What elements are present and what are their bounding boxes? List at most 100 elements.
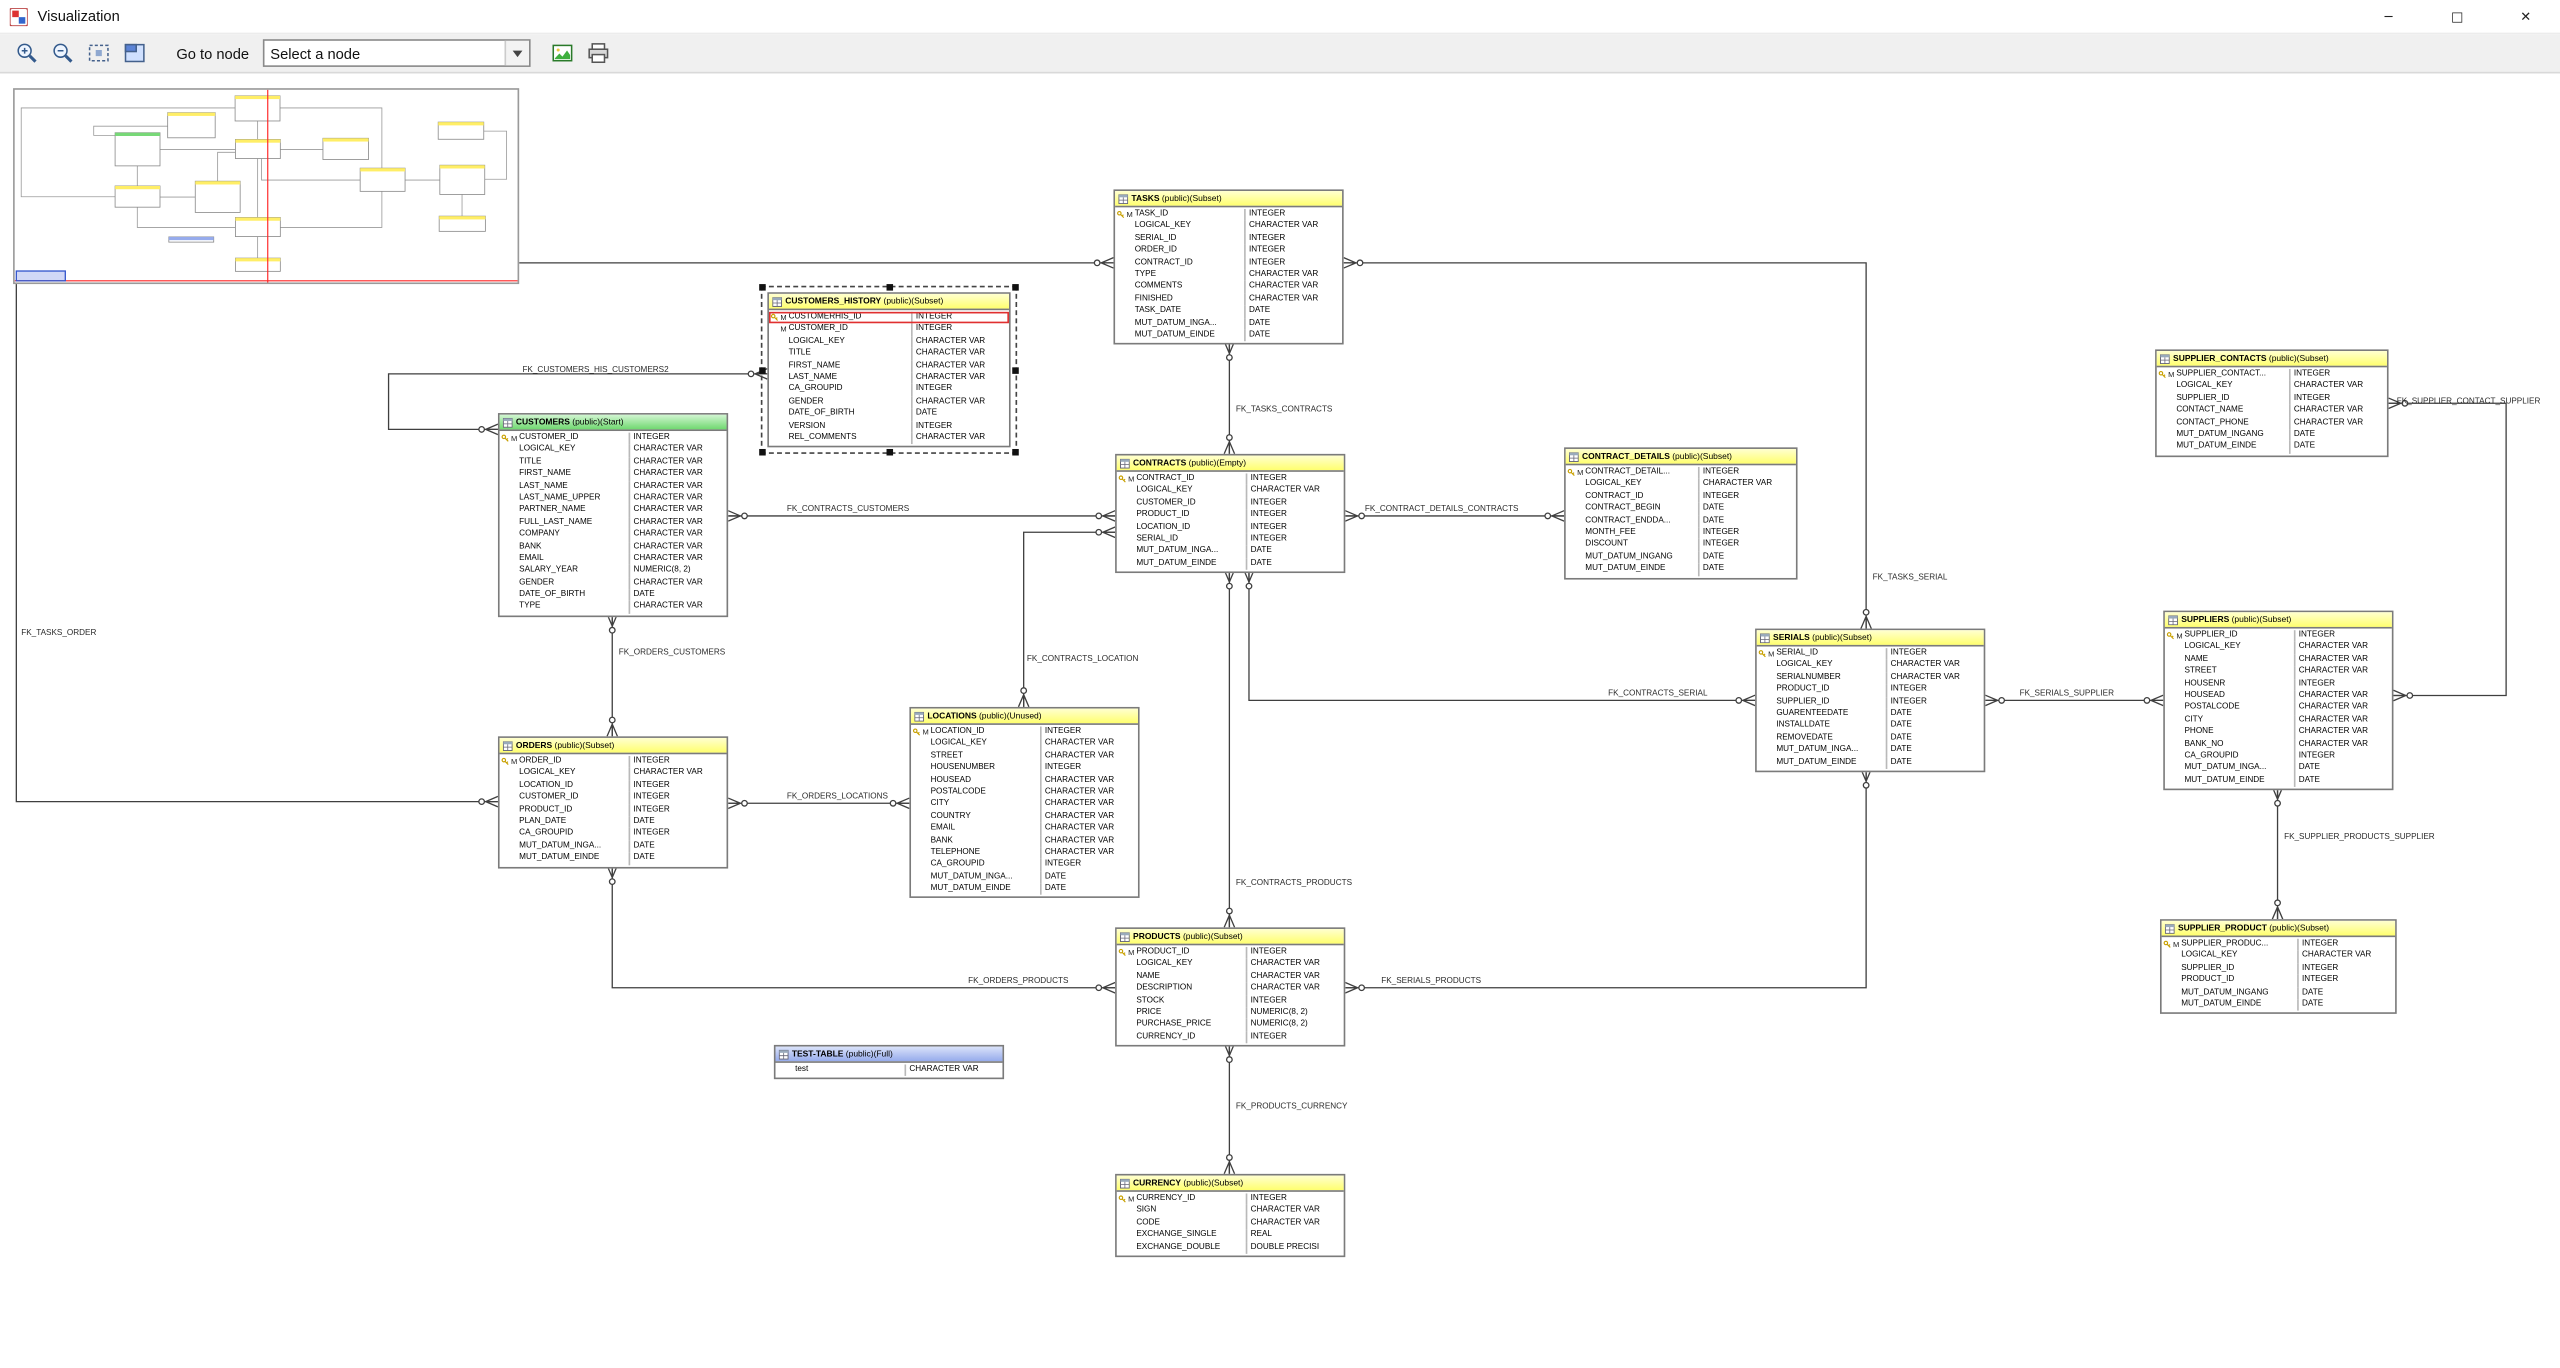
column-type[interactable]: TYPECHARACTER VAR: [1115, 269, 1342, 281]
relationship-fk_supplier_contact_supplier[interactable]: [2389, 403, 2507, 695]
diagram-canvas[interactable]: FK_TASKS_ORDERFK_TASKS_CONTRACTSFK_TASKS…: [0, 75, 2560, 1368]
entity-serials[interactable]: SERIALS (public)(Subset)MSERIAL_IDINTEGE…: [1755, 629, 1985, 773]
column-supplier_produc...[interactable]: MSUPPLIER_PRODUC...INTEGER: [2162, 939, 2395, 951]
column-sign[interactable]: SIGNCHARACTER VAR: [1117, 1206, 1344, 1218]
column-mut_datum_inga...[interactable]: MUT_DATUM_INGA...DATE: [500, 840, 727, 852]
column-logical_key[interactable]: LOGICAL_KEYCHARACTER VAR: [1566, 479, 1796, 491]
column-date_of_birth[interactable]: DATE_OF_BIRTHDATE: [769, 408, 1009, 420]
selection-handle-ne[interactable]: [1012, 284, 1019, 291]
column-customer_id[interactable]: MCUSTOMER_IDINTEGER: [500, 433, 727, 445]
column-serial_id[interactable]: SERIAL_IDINTEGER: [1117, 534, 1344, 546]
column-purchase_price[interactable]: PURCHASE_PRICENUMERIC(8, 2): [1117, 1019, 1344, 1031]
column-stock[interactable]: STOCKINTEGER: [1117, 995, 1344, 1007]
column-city[interactable]: CITYCHARACTER VAR: [2165, 715, 2392, 727]
column-order_id[interactable]: ORDER_IDINTEGER: [1115, 245, 1342, 257]
column-last_name[interactable]: LAST_NAMECHARACTER VAR: [500, 481, 727, 493]
column-code[interactable]: CODECHARACTER VAR: [1117, 1218, 1344, 1230]
column-ca_groupid[interactable]: CA_GROUPIDINTEGER: [911, 859, 1138, 871]
column-description[interactable]: DESCRIPTIONCHARACTER VAR: [1117, 983, 1344, 995]
column-gender[interactable]: GENDERCHARACTER VAR: [769, 396, 1009, 408]
column-mut_datum_einde[interactable]: MUT_DATUM_EINDEDATE: [1566, 563, 1796, 575]
overview-toggle-button[interactable]: [118, 37, 151, 70]
column-currency_id[interactable]: CURRENCY_IDINTEGER: [1117, 1031, 1344, 1043]
column-street[interactable]: STREETCHARACTER VAR: [911, 751, 1138, 763]
column-telephone[interactable]: TELEPHONECHARACTER VAR: [911, 847, 1138, 859]
column-name[interactable]: NAMECHARACTER VAR: [1117, 971, 1344, 983]
column-mut_datum_ingang[interactable]: MUT_DATUM_INGANGDATE: [1566, 551, 1796, 563]
column-location_id[interactable]: LOCATION_IDINTEGER: [500, 780, 727, 792]
column-mut_datum_einde[interactable]: MUT_DATUM_EINDEDATE: [2162, 999, 2395, 1011]
column-street[interactable]: STREETCHARACTER VAR: [2165, 666, 2392, 678]
column-mut_datum_inga...[interactable]: MUT_DATUM_INGA...DATE: [911, 871, 1138, 883]
column-contact_phone[interactable]: CONTACT_PHONECHARACTER VAR: [2157, 417, 2387, 429]
column-mut_datum_einde[interactable]: MUT_DATUM_EINDEDATE: [911, 883, 1138, 895]
entity-products[interactable]: PRODUCTS (public)(Subset)MPRODUCT_IDINTE…: [1115, 927, 1345, 1046]
minimize-button[interactable]: ─: [2354, 0, 2423, 34]
column-contract_id[interactable]: CONTRACT_IDINTEGER: [1115, 257, 1342, 269]
column-logical_key[interactable]: LOGICAL_KEYCHARACTER VAR: [500, 445, 727, 457]
column-supplier_id[interactable]: MSUPPLIER_IDINTEGER: [2165, 630, 2392, 642]
column-logical_key[interactable]: LOGICAL_KEYCHARACTER VAR: [769, 336, 1009, 348]
column-title[interactable]: TITLECHARACTER VAR: [769, 348, 1009, 360]
column-product_id[interactable]: PRODUCT_IDINTEGER: [1117, 510, 1344, 522]
column-customerhis_id[interactable]: MCUSTOMERHIS_IDINTEGER: [769, 312, 1009, 324]
column-logical_key[interactable]: LOGICAL_KEYCHARACTER VAR: [1115, 221, 1342, 233]
column-serial_id[interactable]: MSERIAL_IDINTEGER: [1757, 648, 1984, 660]
column-month_fee[interactable]: MONTH_FEEINTEGER: [1566, 527, 1796, 539]
column-task_id[interactable]: MTASK_IDINTEGER: [1115, 209, 1342, 221]
column-logical_key[interactable]: LOGICAL_KEYCHARACTER VAR: [2165, 642, 2392, 654]
column-mut_datum_inga...[interactable]: MUT_DATUM_INGA...DATE: [1757, 745, 1984, 757]
entity-header[interactable]: SUPPLIER_PRODUCT (public)(Subset): [2162, 921, 2395, 937]
column-mut_datum_inga...[interactable]: MUT_DATUM_INGA...DATE: [1115, 318, 1342, 330]
column-bank[interactable]: BANKCHARACTER VAR: [911, 835, 1138, 847]
column-order_id[interactable]: MORDER_IDINTEGER: [500, 756, 727, 768]
column-version[interactable]: VERSIONINTEGER: [769, 420, 1009, 432]
column-customer_id[interactable]: CUSTOMER_IDINTEGER: [1117, 498, 1344, 510]
column-logical_key[interactable]: LOGICAL_KEYCHARACTER VAR: [1117, 486, 1344, 498]
entity-supplier_contacts[interactable]: SUPPLIER_CONTACTS (public)(Subset)MSUPPL…: [2155, 349, 2388, 456]
entity-orders[interactable]: ORDERS (public)(Subset)MORDER_IDINTEGERL…: [498, 736, 728, 867]
column-phone[interactable]: PHONECHARACTER VAR: [2165, 727, 2392, 739]
entity-contracts[interactable]: CONTRACTS (public)(Empty)MCONTRACT_IDINT…: [1115, 454, 1345, 573]
column-contract_begin[interactable]: CONTRACT_BEGINDATE: [1566, 503, 1796, 515]
column-contract_id[interactable]: CONTRACT_IDINTEGER: [1566, 491, 1796, 503]
column-logical_key[interactable]: LOGICAL_KEYCHARACTER VAR: [2157, 381, 2387, 393]
entity-header[interactable]: CURRENCY (public)(Subset): [1117, 1176, 1344, 1192]
column-product_id[interactable]: MPRODUCT_IDINTEGER: [1117, 947, 1344, 959]
column-city[interactable]: CITYCHARACTER VAR: [911, 799, 1138, 811]
column-supplier_id[interactable]: SUPPLIER_IDINTEGER: [2157, 393, 2387, 405]
column-contact_name[interactable]: CONTACT_NAMECHARACTER VAR: [2157, 405, 2387, 417]
column-email[interactable]: EMAILCHARACTER VAR: [500, 553, 727, 565]
close-button[interactable]: ✕: [2491, 0, 2560, 34]
column-mut_datum_einde[interactable]: MUT_DATUM_EINDEDATE: [500, 852, 727, 864]
column-salary_year[interactable]: SALARY_YEARNUMERIC(8, 2): [500, 565, 727, 577]
column-mut_datum_ingang[interactable]: MUT_DATUM_INGANGDATE: [2162, 987, 2395, 999]
zoom-out-button[interactable]: [46, 37, 79, 70]
selection-handle-e[interactable]: [1012, 367, 1019, 374]
column-mut_datum_ingang[interactable]: MUT_DATUM_INGANGDATE: [2157, 429, 2387, 441]
minimap-viewport-box[interactable]: [16, 271, 65, 281]
column-postalcode[interactable]: POSTALCODECHARACTER VAR: [911, 787, 1138, 799]
titlebar[interactable]: Visualization ─ □ ✕: [0, 0, 2560, 34]
column-bank_no[interactable]: BANK_NOCHARACTER VAR: [2165, 739, 2392, 751]
entity-header[interactable]: CUSTOMERS (public)(Start): [500, 415, 727, 431]
column-serialnumber[interactable]: SERIALNUMBERCHARACTER VAR: [1757, 672, 1984, 684]
column-mut_datum_einde[interactable]: MUT_DATUM_EINDEDATE: [2165, 775, 2392, 787]
column-logical_key[interactable]: LOGICAL_KEYCHARACTER VAR: [911, 739, 1138, 751]
column-mut_datum_einde[interactable]: MUT_DATUM_EINDEDATE: [1115, 330, 1342, 342]
column-ca_groupid[interactable]: CA_GROUPIDINTEGER: [769, 384, 1009, 396]
entity-customers_history[interactable]: CUSTOMERS_HISTORY (public)(Subset)MCUSTO…: [767, 292, 1010, 448]
column-mut_datum_inga...[interactable]: MUT_DATUM_INGA...DATE: [1117, 546, 1344, 558]
column-type[interactable]: TYPECHARACTER VAR: [500, 602, 727, 614]
column-first_name[interactable]: FIRST_NAMECHARACTER VAR: [500, 469, 727, 481]
column-task_date[interactable]: TASK_DATEDATE: [1115, 306, 1342, 318]
node-select-combobox[interactable]: Select a node: [262, 39, 530, 67]
column-installdate[interactable]: INSTALLDATEDATE: [1757, 721, 1984, 733]
column-title[interactable]: TITLECHARACTER VAR: [500, 457, 727, 469]
relationship-fk_contracts_location[interactable]: [1024, 532, 1115, 707]
dropdown-button[interactable]: [504, 41, 528, 65]
column-company[interactable]: COMPANYCHARACTER VAR: [500, 529, 727, 541]
column-ca_groupid[interactable]: CA_GROUPIDINTEGER: [500, 828, 727, 840]
column-logical_key[interactable]: LOGICAL_KEYCHARACTER VAR: [2162, 951, 2395, 963]
column-partner_name[interactable]: PARTNER_NAMECHARACTER VAR: [500, 505, 727, 517]
